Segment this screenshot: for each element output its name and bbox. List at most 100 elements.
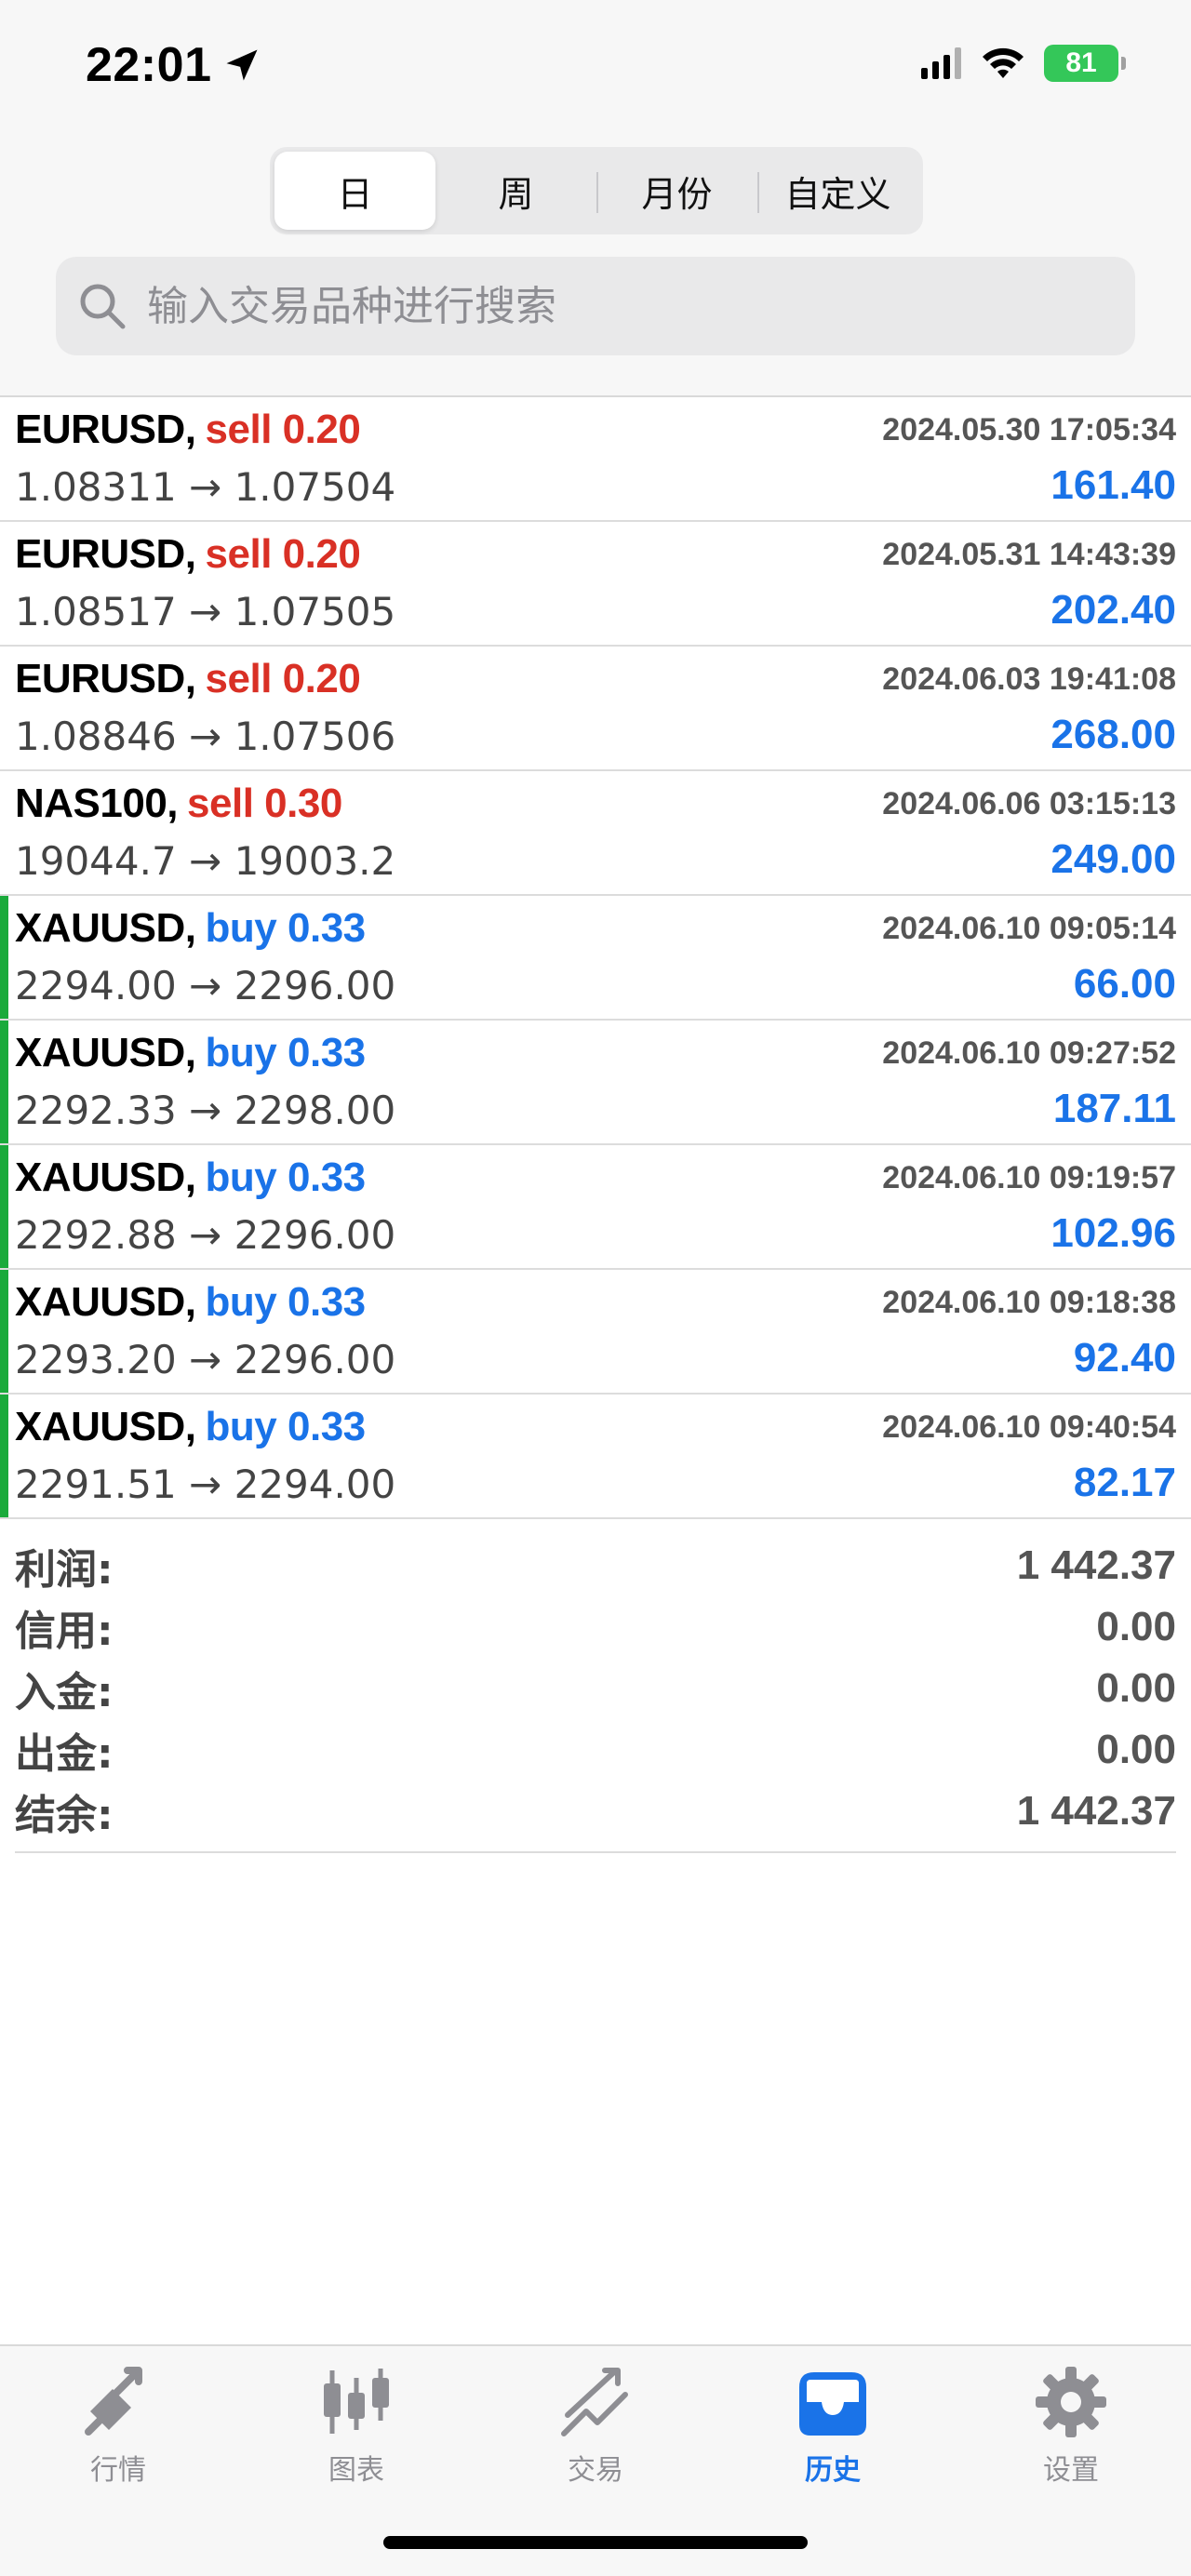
trade-side: buy 0.33 bbox=[205, 905, 367, 951]
trade-row[interactable]: EURUSD, sell 0.20 2024.05.31 14:43:39 1.0… bbox=[0, 522, 1191, 647]
summary-label: 出金: bbox=[15, 1730, 114, 1778]
summary-value: 0.00 bbox=[1096, 1665, 1176, 1711]
summary-row-balance: 结余: 1 442.37 bbox=[15, 1781, 1176, 1842]
segment-custom[interactable]: 自定义 bbox=[757, 152, 918, 230]
trade-prices: 1.08846 → 1.07506 bbox=[15, 714, 396, 759]
trade-symbol: XAUUSD, buy 0.33 bbox=[15, 1404, 366, 1449]
clock: 22:01 bbox=[86, 37, 262, 93]
trade-prices: 1.08311 → 1.07504 bbox=[15, 464, 396, 510]
cellular-signal-icon bbox=[921, 47, 961, 79]
trade-profit: 249.00 bbox=[1050, 836, 1176, 882]
trade-time: 2024.06.10 09:05:14 bbox=[882, 911, 1176, 946]
system-icons: 81 bbox=[921, 45, 1126, 82]
trade-profit: 66.00 bbox=[1073, 961, 1176, 1007]
trade-row[interactable]: XAUUSD, buy 0.33 2024.06.10 09:19:57 2292… bbox=[0, 1145, 1191, 1270]
summary-row-withdrawal: 出金: 0.00 bbox=[15, 1719, 1176, 1781]
trade-symbol: XAUUSD, buy 0.33 bbox=[15, 1030, 367, 1075]
settings-icon bbox=[1036, 2367, 1106, 2437]
search-input[interactable] bbox=[147, 282, 1077, 330]
summary-label: 利润: bbox=[15, 1546, 114, 1594]
trade-profit: 268.00 bbox=[1050, 712, 1176, 757]
tab-label: 设置 bbox=[1043, 2454, 1099, 2487]
trade-side: buy 0.33 bbox=[205, 1279, 367, 1325]
summary-row-deposit: 入金: 0.00 bbox=[15, 1658, 1176, 1719]
chart-icon bbox=[324, 2369, 389, 2434]
trade-row[interactable]: XAUUSD, buy 0.33 2024.06.10 09:40:54 2291… bbox=[0, 1395, 1191, 1519]
trade-profit: 82.17 bbox=[1073, 1460, 1176, 1505]
trade-profit: 187.11 bbox=[1052, 1086, 1176, 1131]
trade-row[interactable]: NAS100, sell 0.30 2024.06.06 03:15:13 190… bbox=[0, 771, 1191, 896]
trade-side: sell 0.20 bbox=[205, 407, 361, 452]
trade-prices: 2292.88 → 2296.00 bbox=[15, 1212, 396, 1258]
tab-label: 图表 bbox=[328, 2454, 384, 2487]
summary-value: 1 442.37 bbox=[1016, 1542, 1176, 1588]
trade-time: 2024.06.10 09:27:52 bbox=[882, 1035, 1176, 1071]
tab-chart[interactable]: 图表 bbox=[263, 2365, 449, 2488]
trade-prices: 2294.00 → 2296.00 bbox=[15, 963, 396, 1008]
trade-symbol: EURUSD, sell 0.20 bbox=[15, 656, 361, 701]
trade-prices: 2293.20 → 2296.00 bbox=[15, 1337, 396, 1382]
summary-label: 信用: bbox=[15, 1608, 114, 1655]
trade-time: 2024.06.10 09:19:57 bbox=[882, 1160, 1176, 1195]
trade-profit: 92.40 bbox=[1073, 1335, 1176, 1381]
trade-symbol: XAUUSD, buy 0.33 bbox=[15, 1279, 367, 1325]
summary-label: 入金: bbox=[15, 1669, 114, 1716]
tab-quotes[interactable]: 行情 bbox=[25, 2365, 211, 2488]
segment-week[interactable]: 周 bbox=[435, 152, 596, 230]
trade-time: 2024.06.03 19:41:08 bbox=[882, 661, 1176, 697]
wifi-icon bbox=[983, 47, 1024, 78]
status-bar: 22:01 81 bbox=[0, 0, 1191, 130]
trade-row[interactable]: EURUSD, sell 0.20 2024.06.03 19:41:08 1.0… bbox=[0, 647, 1191, 771]
tab-label: 行情 bbox=[90, 2454, 146, 2487]
trade-symbol: XAUUSD, buy 0.33 bbox=[15, 1155, 367, 1200]
tab-settings[interactable]: 设置 bbox=[978, 2365, 1164, 2488]
trade-icon bbox=[561, 2368, 628, 2436]
summary-row-profit: 利润: 1 442.37 bbox=[15, 1535, 1176, 1596]
period-segmented-control: 日 周 月份 自定义 bbox=[270, 147, 923, 234]
trade-time: 2024.06.06 03:15:13 bbox=[882, 786, 1176, 821]
account-summary: 利润: 1 442.37 信用: 0.00 入金: 0.00 出金: 0.00 … bbox=[15, 1535, 1176, 1853]
tab-history[interactable]: 历史 bbox=[740, 2365, 926, 2488]
location-arrow-icon bbox=[226, 49, 257, 81]
trade-symbol: NAS100, sell 0.30 bbox=[15, 781, 342, 826]
trade-row[interactable]: XAUUSD, buy 0.33 2024.06.10 09:27:52 2292… bbox=[0, 1021, 1191, 1145]
summary-row-credit: 信用: 0.00 bbox=[15, 1596, 1176, 1658]
battery-icon: 81 bbox=[1044, 45, 1126, 82]
tab-label: 历史 bbox=[805, 2454, 861, 2487]
search-icon bbox=[80, 284, 126, 329]
trade-profit: 202.40 bbox=[1050, 587, 1176, 633]
trade-time: 2024.05.30 17:05:34 bbox=[882, 412, 1176, 447]
trade-row[interactable]: XAUUSD, buy 0.33 2024.06.10 09:05:14 2294… bbox=[0, 896, 1191, 1021]
tab-label: 交易 bbox=[568, 2454, 623, 2487]
summary-value: 1 442.37 bbox=[1016, 1788, 1176, 1834]
trade-time: 2024.06.10 09:40:54 bbox=[882, 1409, 1176, 1445]
summary-label: 结余: bbox=[15, 1792, 114, 1839]
clock-time: 22:01 bbox=[86, 38, 212, 92]
trade-row[interactable]: XAUUSD, buy 0.33 2024.06.10 09:18:38 2293… bbox=[0, 1270, 1191, 1395]
trade-time: 2024.05.31 14:43:39 bbox=[882, 537, 1176, 572]
trade-symbol: EURUSD, sell 0.20 bbox=[15, 407, 361, 452]
trade-prices: 1.08517 → 1.07505 bbox=[15, 589, 396, 634]
summary-value: 0.00 bbox=[1096, 1727, 1176, 1772]
trade-time: 2024.06.10 09:18:38 bbox=[882, 1285, 1176, 1320]
trade-side: sell 0.30 bbox=[187, 781, 342, 826]
tab-trade[interactable]: 交易 bbox=[502, 2365, 689, 2488]
trade-side: sell 0.20 bbox=[205, 531, 361, 577]
trade-side: sell 0.20 bbox=[205, 656, 361, 701]
history-icon bbox=[799, 2372, 866, 2436]
segment-day[interactable]: 日 bbox=[274, 152, 435, 230]
trade-row[interactable]: EURUSD, sell 0.20 2024.05.30 17:05:34 1.0… bbox=[0, 397, 1191, 522]
header: 日 周 月份 自定义 bbox=[0, 130, 1191, 397]
trade-profit: 102.96 bbox=[1050, 1210, 1176, 1256]
trade-prices: 19044.7 → 19003.2 bbox=[15, 838, 396, 884]
home-indicator[interactable] bbox=[383, 2536, 808, 2549]
trade-history-list: EURUSD, sell 0.20 2024.05.30 17:05:34 1.0… bbox=[0, 397, 1191, 1519]
trade-side: buy 0.33 bbox=[205, 1030, 367, 1075]
search-bar[interactable] bbox=[56, 257, 1135, 355]
trade-side: buy 0.33 bbox=[205, 1155, 367, 1200]
battery-level: 81 bbox=[1065, 47, 1097, 78]
segment-month[interactable]: 月份 bbox=[596, 152, 757, 230]
trade-prices: 2292.33 → 2298.00 bbox=[15, 1088, 396, 1133]
trade-symbol: XAUUSD, buy 0.33 bbox=[15, 905, 367, 951]
summary-value: 0.00 bbox=[1096, 1604, 1176, 1649]
